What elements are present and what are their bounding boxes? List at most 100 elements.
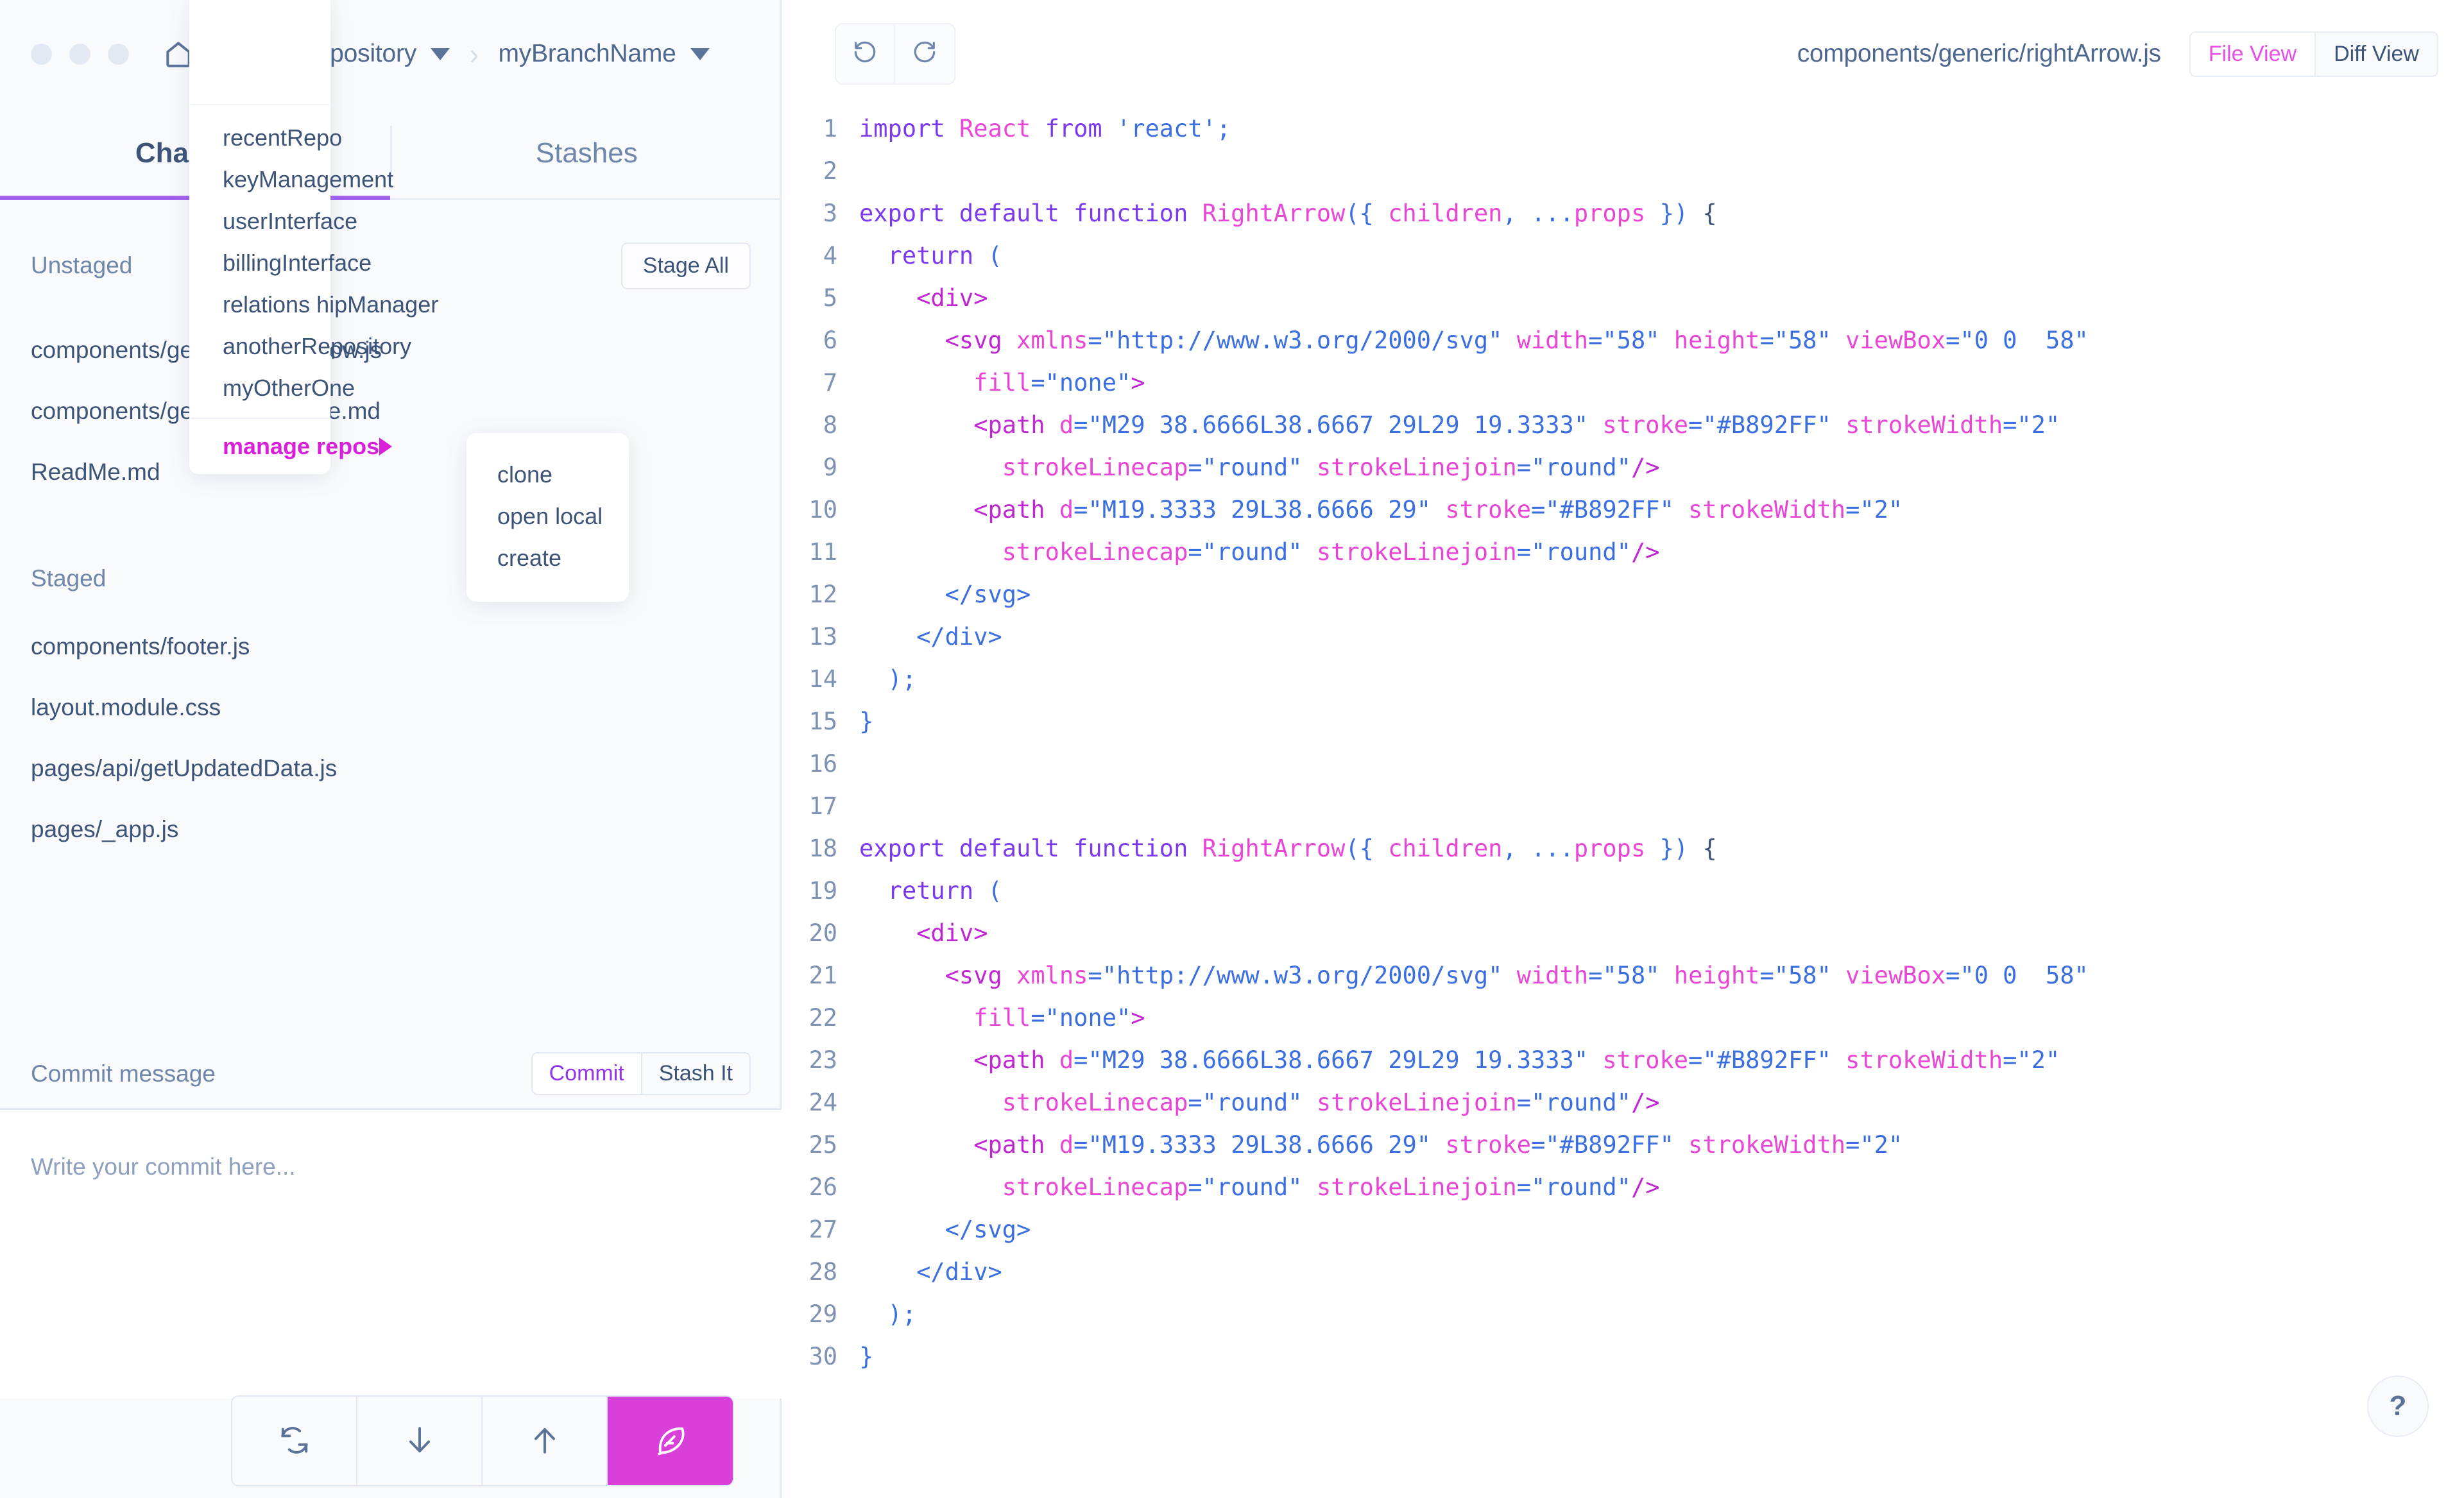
commit-actions: Commit Stash It: [531, 1052, 751, 1095]
repo-menu-item[interactable]: recentRepo: [189, 117, 342, 158]
code-editor[interactable]: 1 import React from 'react'; 2 3 export defa…: [783, 108, 2464, 1498]
diff-view-button[interactable]: Diff View: [2314, 32, 2437, 76]
code-text: );: [859, 1300, 917, 1328]
line-number: 18: [809, 835, 837, 862]
code-text: <div>: [859, 919, 988, 947]
commit-message-input[interactable]: Write your commit here...: [0, 1110, 782, 1399]
code-line: 11 strokeLinecap="round" strokeLinejoin=…: [783, 531, 2464, 574]
unstaged-title: Unstaged: [31, 252, 133, 278]
line-number: 12: [809, 581, 837, 608]
submenu-item[interactable]: open local: [466, 495, 629, 537]
window-maximize-dot[interactable]: [108, 43, 129, 65]
line-number: 19: [809, 877, 837, 905]
breadcrumb-separator: ›: [469, 37, 479, 71]
submenu-item[interactable]: clone: [466, 454, 629, 495]
undo-button[interactable]: [836, 24, 895, 83]
window-controls: [31, 43, 129, 65]
window-close-dot[interactable]: [31, 43, 52, 65]
app-root: designRepository › myBranchName Changes …: [0, 0, 2464, 1498]
code-text: <div>: [859, 284, 988, 312]
undo-redo-group: [835, 23, 955, 85]
feather-icon: [652, 1422, 689, 1461]
code-line: 2: [783, 150, 2464, 192]
line-number: 5: [823, 284, 837, 312]
code-text: }: [859, 1343, 874, 1370]
help-button[interactable]: ?: [2367, 1375, 2429, 1437]
line-number: 10: [809, 496, 837, 523]
commit-message-placeholder: Write your commit here...: [31, 1153, 296, 1180]
line-number: 21: [809, 962, 837, 989]
stage-all-button[interactable]: Stage All: [620, 242, 751, 289]
code-text: <path d="M29 38.6666L38.6667 29L29 19.33…: [859, 411, 2060, 439]
code-text: );: [859, 665, 917, 693]
repo-menu-item[interactable]: keyManagement: [189, 158, 393, 200]
line-number: 14: [809, 665, 837, 693]
submenu-item[interactable]: create: [466, 537, 629, 579]
code-text: <svg xmlns="http://www.w3.org/2000/svg" …: [859, 327, 2089, 354]
list-item[interactable]: components/generic/ReadMe.md: [0, 380, 782, 441]
repo-menu-item[interactable]: billingInterface: [189, 242, 372, 284]
line-number: 7: [823, 369, 837, 396]
repo-dropdown-menu: recentRepo keyManagement userInterface bill…: [189, 0, 438, 474]
code-line: 20 <div>: [783, 912, 2464, 955]
code-line: 26 strokeLinecap="round" strokeLinejoin=…: [783, 1166, 2464, 1209]
stash-it-button[interactable]: Stash It: [640, 1053, 749, 1094]
tab-stashes[interactable]: Stashes: [392, 108, 782, 198]
feather-button[interactable]: [608, 1397, 733, 1485]
line-number: 29: [809, 1300, 837, 1328]
tab-stashes-label: Stashes: [535, 137, 638, 169]
code-line: 9 strokeLinecap="round" strokeLinejoin="…: [783, 447, 2464, 489]
line-number: 24: [809, 1089, 837, 1116]
code-text: </svg>: [859, 1216, 1031, 1243]
window-minimize-dot[interactable]: [69, 43, 90, 65]
editor-panel: components/generic/rightArrow.js File Vi…: [783, 0, 2464, 1498]
code-text: export default function RightArrow({ chi…: [859, 835, 1717, 862]
code-line: 16: [783, 743, 2464, 785]
manage-repos-item[interactable]: manage repos: [189, 419, 393, 474]
left-panel: designRepository › myBranchName Changes …: [0, 0, 782, 1498]
code-text: strokeLinecap="round" strokeLinejoin="ro…: [1002, 538, 1660, 566]
repo-menu-item[interactable]: myOtherOne: [189, 367, 355, 409]
commit-message-label: Commit message: [31, 1060, 216, 1087]
code-line: 3 export default function RightArrow({ ch…: [783, 192, 2464, 235]
push-button[interactable]: [483, 1397, 608, 1485]
line-number: 26: [809, 1173, 837, 1201]
list-item[interactable]: components/footer.js: [0, 616, 782, 677]
repo-menu-item[interactable]: anotherRepository: [189, 325, 411, 367]
code-line: 23 <path d="M29 38.6666L38.6667 29L29 19…: [783, 1039, 2464, 1082]
arrow-down-icon: [402, 1422, 438, 1460]
code-line: 6 <svg xmlns="http://www.w3.org/2000/svg…: [783, 319, 2464, 362]
line-number: 16: [809, 750, 837, 778]
repo-dropdown-list: recentRepo keyManagement userInterface bill…: [189, 105, 438, 418]
code-line: 5 <div>: [783, 277, 2464, 319]
undo-icon: [851, 39, 879, 69]
commit-button[interactable]: Commit: [532, 1053, 641, 1094]
line-number: 1: [823, 115, 837, 142]
list-item[interactable]: pages/_app.js: [0, 799, 782, 860]
pull-button[interactable]: [357, 1397, 483, 1485]
branch-selector[interactable]: myBranchName: [498, 40, 710, 68]
file-view-button[interactable]: File View: [2190, 32, 2315, 76]
sync-icon: [277, 1422, 312, 1460]
title-bar: designRepository › myBranchName: [0, 0, 782, 108]
redo-button[interactable]: [895, 24, 954, 83]
repo-menu-item[interactable]: relations hipManager: [189, 284, 438, 325]
line-number: 30: [809, 1343, 837, 1370]
line-number: 3: [823, 200, 837, 227]
list-item[interactable]: pages/api/getUpdatedData.js: [0, 738, 782, 799]
repo-menu-item[interactable]: userInterface: [189, 200, 357, 242]
code-text: <path d="M29 38.6666L38.6667 29L29 19.33…: [859, 1046, 2060, 1074]
code-line: 1 import React from 'react';: [783, 108, 2464, 150]
code-line: 30}: [783, 1336, 2464, 1378]
sync-button[interactable]: [232, 1397, 357, 1485]
view-mode-toggle: File View Diff View: [2189, 31, 2438, 77]
editor-header: components/generic/rightArrow.js File Vi…: [783, 0, 2464, 108]
staged-title: Staged: [31, 565, 107, 592]
list-item[interactable]: layout.module.css: [0, 677, 782, 738]
code-line: 29 );: [783, 1293, 2464, 1336]
code-line: 10 <path d="M19.3333 29L38.6666 29" stro…: [783, 489, 2464, 531]
code-text: </div>: [859, 1258, 1002, 1286]
line-number: 4: [823, 242, 837, 269]
line-number: 11: [809, 538, 837, 566]
code-text: export default function RightArrow({ chi…: [859, 200, 1717, 227]
